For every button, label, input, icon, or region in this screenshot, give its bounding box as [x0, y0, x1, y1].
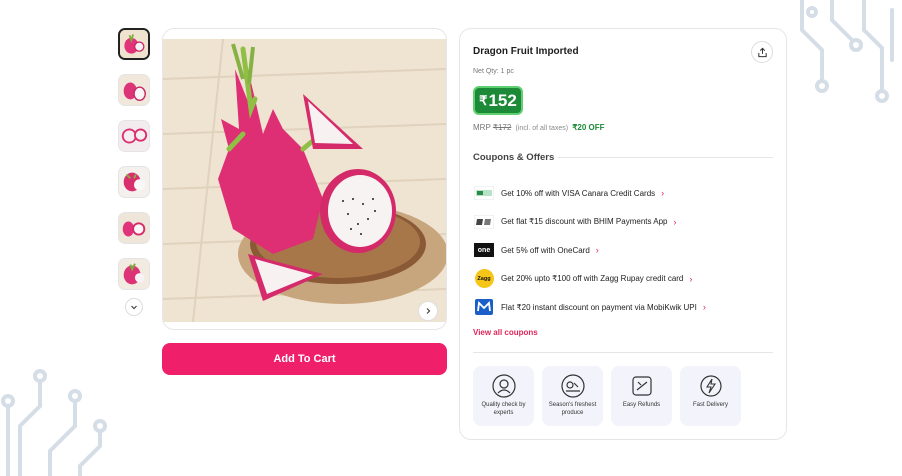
product-title: Dragon Fruit Imported — [473, 46, 579, 57]
bhim-logo — [473, 212, 495, 232]
rupee-symbol: ₹ — [479, 92, 488, 108]
net-quantity: Net Qty: 1 pc — [473, 68, 514, 75]
divider — [558, 157, 773, 158]
main-image-card — [162, 28, 447, 330]
fast-delivery-icon — [699, 375, 722, 397]
product-details-panel: Dragon Fruit Imported Net Qty: 1 pc ₹ 15… — [459, 28, 787, 440]
feature-label: Quality check by experts — [481, 402, 526, 416]
add-to-cart-button[interactable]: Add To Cart — [162, 343, 447, 375]
offer-text: Get 20% upto ₹100 off with Zagg Rupay cr… — [501, 274, 684, 284]
zagg-logo-text: Zagg — [474, 269, 494, 289]
seasons-freshest-icon — [560, 374, 585, 398]
feature-seasons-freshest: Season's freshest produce — [542, 366, 603, 426]
feature-label: Fast Delivery — [692, 402, 728, 408]
zagg-logo: Zagg — [473, 269, 495, 289]
offer-text: Flat ₹20 instant discount on payment via… — [501, 302, 697, 312]
offer-item[interactable]: Get flat ₹15 discount with BHIM Payments… — [473, 208, 773, 237]
share-button[interactable] — [751, 41, 773, 63]
feature-label: Season's freshest produce — [548, 402, 597, 416]
mrp-label: MRP — [473, 123, 491, 132]
thumbnail-strip — [117, 28, 151, 316]
coupons-title: Coupons & Offers — [473, 152, 555, 163]
quality-check-icon — [491, 374, 516, 398]
thumbnail-1[interactable] — [118, 28, 150, 60]
offer-item[interactable]: Zagg Get 20% upto ₹100 off with Zagg Rup… — [473, 265, 773, 294]
mrp-row: MRP ₹172 (incl. of all taxes) ₹20 OFF — [473, 123, 605, 132]
chevron-right-icon: › — [661, 188, 665, 199]
thumbnail-6[interactable] — [118, 258, 150, 290]
chevron-right-icon: › — [595, 245, 599, 256]
onecard-logo-text: one — [474, 243, 494, 258]
offer-text: Get 5% off with OneCard — [501, 245, 590, 255]
offer-item[interactable]: Flat ₹20 instant discount on payment via… — [473, 293, 773, 322]
mrp-value: ₹172 — [492, 123, 512, 132]
offer-text: Get flat ₹15 discount with BHIM Payments… — [501, 217, 668, 227]
share-icon — [757, 47, 767, 57]
feature-easy-refunds: Easy Refunds — [611, 366, 672, 426]
onecard-logo: one — [473, 240, 495, 260]
next-image-button[interactable] — [418, 301, 438, 321]
chevron-right-icon: › — [689, 273, 693, 284]
product-page: Add To Cart Dragon Fruit Imported Net Qt… — [0, 0, 902, 476]
easy-refunds-icon — [631, 376, 652, 396]
thumbnail-5[interactable] — [118, 212, 150, 244]
circuit-decoration-icon — [800, 0, 894, 103]
price-badge: ₹ 152 — [473, 86, 523, 115]
offers-list: Get 10% off with VISA Canara Credit Card… — [473, 179, 773, 322]
thumbnail-4[interactable] — [118, 166, 150, 198]
view-all-coupons-link[interactable]: View all coupons — [473, 328, 538, 337]
circuit-decoration-icon — [1, 369, 107, 476]
feature-label: Easy Refunds — [622, 402, 661, 408]
thumbnail-3[interactable] — [118, 120, 150, 152]
chevron-right-icon — [426, 308, 431, 314]
offer-text: Get 10% off with VISA Canara Credit Card… — [501, 188, 656, 198]
chevron-right-icon: › — [673, 216, 677, 227]
discount-label: ₹20 OFF — [572, 123, 605, 132]
feature-fast-delivery: Fast Delivery — [680, 366, 741, 426]
chevron-right-icon: › — [702, 302, 706, 313]
thumbnail-2[interactable] — [118, 74, 150, 106]
divider — [473, 352, 773, 353]
feature-quality-check: Quality check by experts — [473, 366, 534, 426]
offer-item[interactable]: Get 10% off with VISA Canara Credit Card… — [473, 179, 773, 208]
tax-note: (incl. of all taxes) — [515, 125, 569, 132]
chevron-down-icon[interactable] — [125, 298, 143, 316]
mobikwik-logo — [473, 297, 495, 317]
price-value: 152 — [488, 90, 517, 110]
product-image — [163, 39, 446, 322]
feature-badges: Quality check by experts Season's freshe… — [473, 366, 749, 426]
offer-item[interactable]: one Get 5% off with OneCard › — [473, 236, 773, 265]
visa-canara-logo — [473, 183, 495, 203]
